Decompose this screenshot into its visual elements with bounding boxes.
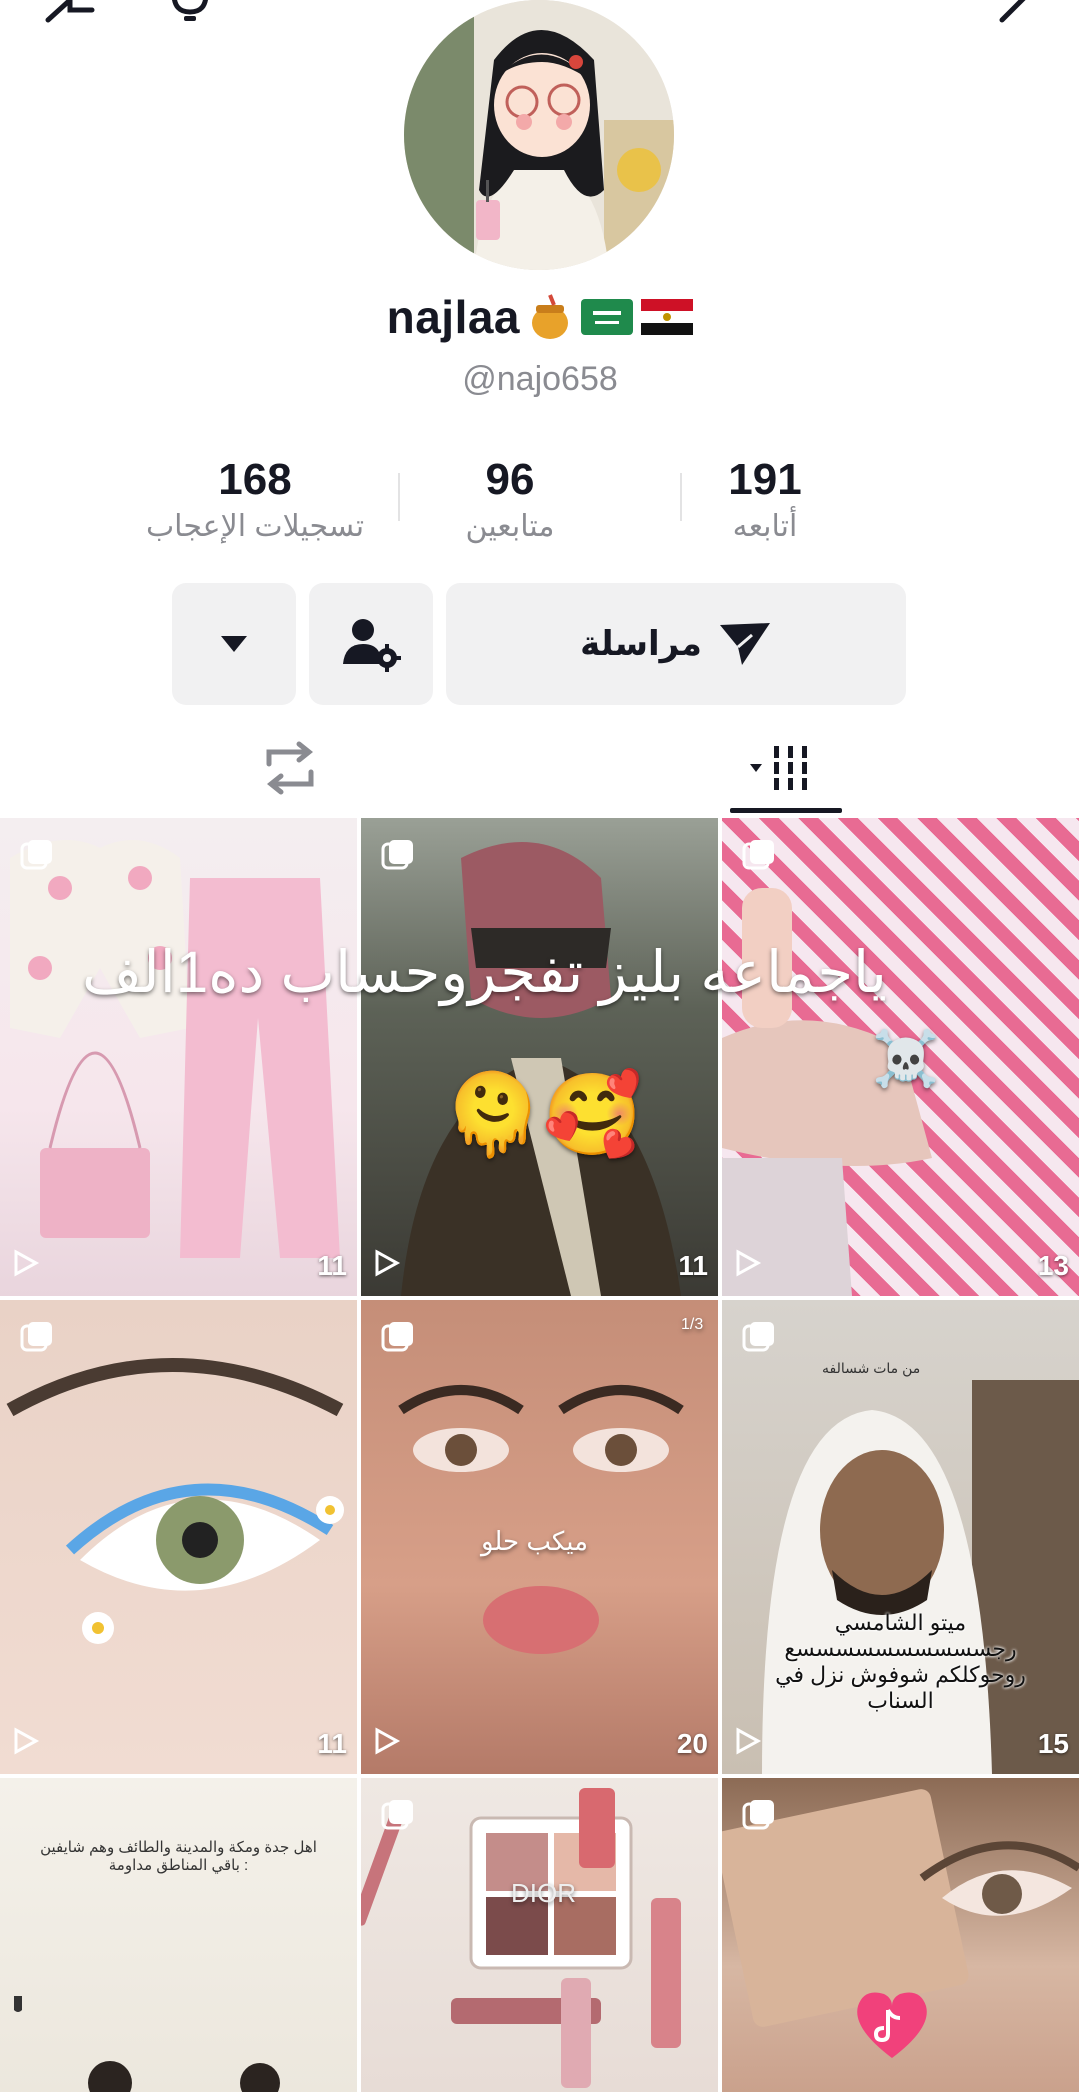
saudi-flag-icon [580, 299, 633, 335]
multi-image-icon [742, 840, 774, 870]
caption-block: ميتو الشامسي رجسسسسسسسسسسع روحوكلكم شوفو… [722, 1610, 1079, 1714]
followers-stat[interactable]: 96 متابعين [385, 455, 635, 544]
following-label: أتابعه [732, 510, 798, 543]
view-count: 15 [1037, 1728, 1069, 1759]
page-indicator: 1/3 [681, 1316, 704, 1333]
display-name: najlaa [386, 291, 521, 343]
product-label: DIOR [511, 1878, 576, 1908]
video-thumbnail[interactable]: ميكب حلو 1/3 20 [361, 1300, 718, 1774]
following-stat[interactable]: 191 أتابعه [640, 455, 890, 544]
view-count: 11 [317, 1250, 347, 1281]
egypt-flag-icon [641, 299, 694, 335]
eye-makeup-illustration [6, 1358, 344, 1644]
multi-image-icon [381, 1322, 413, 1352]
top-caption: من مات شسالفه [822, 1360, 921, 1376]
person-settings-icon [343, 619, 401, 672]
play-icon [736, 1727, 762, 1755]
overlay-caption: ياجماعه بليز تفجروحساب ده1الف [82, 940, 887, 1005]
honey-pot-icon [532, 294, 569, 339]
view-count: 11 [678, 1250, 708, 1281]
play-icon [375, 1727, 401, 1755]
video-thumbnail[interactable]: 11 [0, 1300, 357, 1774]
multi-image-icon [742, 1800, 774, 1830]
display-name-row: najlaa [0, 290, 1080, 344]
play-icon [736, 1249, 762, 1277]
multi-image-icon [381, 840, 413, 870]
pink-outfit-illustration [10, 840, 340, 1258]
send-icon [719, 623, 770, 665]
view-count: 11 [317, 1728, 347, 1759]
suggested-accounts-button[interactable] [309, 583, 433, 705]
avatar-illustration [404, 0, 674, 270]
username: @najo658 [462, 360, 618, 398]
followers-count: 96 [485, 455, 535, 504]
avatar[interactable] [404, 0, 674, 270]
share-icon[interactable] [40, 0, 100, 26]
video-thumbnail[interactable]: 11 [0, 818, 357, 1296]
caption-line: السناب [867, 1688, 934, 1713]
man-shemagh-illustration [401, 842, 681, 1296]
caption-line: رجسسسسسسسسسسع [784, 1636, 1017, 1661]
profile-stats: 168 تسجيلات الإعجاب 96 متابعين 191 أتابع… [130, 455, 890, 555]
emoji-overlay: ☠️ [872, 1029, 940, 1089]
more-options-button[interactable] [172, 583, 296, 705]
video-thumbnail[interactable]: من مات شسالفه ميتو الشامسي رجسسسسسسسسسسع… [722, 1300, 1079, 1774]
edit-icon[interactable] [990, 0, 1050, 26]
profile-actions: مراسلة [172, 583, 906, 705]
caption-line: ميتو الشامسي [834, 1610, 967, 1635]
emoji-overlay: 🫠🥰 [443, 1070, 643, 1159]
followers-label: متابعين [465, 510, 555, 543]
message-button[interactable]: مراسلة [446, 583, 906, 705]
likes-stat: 168 تسجيلات الإعجاب [130, 455, 380, 544]
multi-image-icon [20, 840, 52, 870]
two-people-illustration [14, 1996, 280, 2092]
video-thumbnail[interactable] [722, 1778, 1079, 2092]
active-tab-indicator [730, 808, 842, 813]
view-count: 13 [1037, 1250, 1069, 1281]
tab-videos[interactable] [730, 720, 842, 815]
profile-tabs [0, 720, 1080, 815]
play-icon [14, 1249, 40, 1277]
tab-reposts[interactable] [230, 720, 350, 815]
heart-tiktok-icon [857, 1992, 927, 2058]
video-thumbnail[interactable]: اهل جدة ومكة والمدينة والطائف وهم شايفين… [0, 1778, 357, 2092]
likes-label: تسجيلات الإعجاب [145, 510, 365, 543]
play-icon [375, 1249, 401, 1277]
repost-icon [266, 741, 314, 794]
video-thumbnail[interactable]: 🫠🥰 11 [361, 818, 718, 1296]
video-thumbnail[interactable]: ☠️ 13 [722, 818, 1079, 1296]
caret-down-icon [221, 636, 247, 652]
video-thumbnail[interactable]: DIOR [361, 1778, 718, 2092]
caption-line: روحوكلكم شوفوش نزل في [775, 1662, 1026, 1687]
view-count: 20 [676, 1728, 708, 1759]
following-count: 191 [728, 455, 802, 504]
bell-icon[interactable] [160, 0, 220, 26]
multi-image-icon [742, 1322, 774, 1352]
video-caption: ميكب حلو [481, 1526, 588, 1556]
play-icon [14, 1727, 40, 1755]
multi-image-icon [381, 1800, 413, 1830]
grid-icon [750, 745, 807, 790]
multi-image-icon [20, 1322, 52, 1352]
likes-count: 168 [218, 455, 292, 504]
message-button-label: مراسلة [580, 625, 702, 663]
